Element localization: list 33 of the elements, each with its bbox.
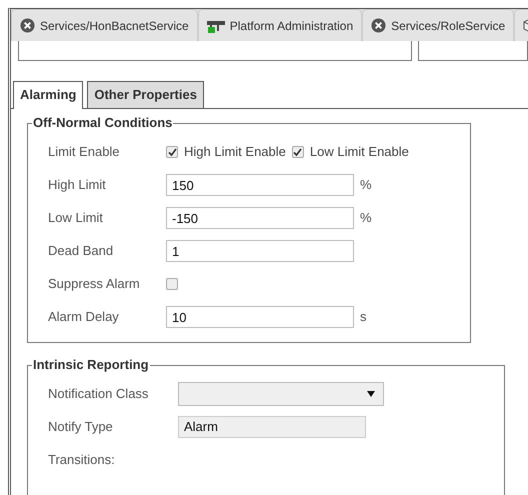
checkbox-label: High Limit Enable [184, 143, 286, 162]
field-label: Suppress Alarm [48, 275, 141, 294]
text-field[interactable]: 10 [166, 306, 354, 328]
text-field[interactable]: 150 [166, 174, 354, 196]
field-label: High Limit [48, 176, 107, 194]
group-title: Off-Normal Conditions [32, 114, 174, 130]
property-tab[interactable]: Other Properties [87, 81, 204, 108]
property-tab[interactable]: Alarming [13, 81, 84, 108]
group-title: Intrinsic Reporting [32, 356, 150, 372]
checkbox[interactable] [166, 278, 178, 290]
field-label: Limit Enable [48, 143, 121, 162]
error-icon [371, 18, 386, 33]
field-label: Alarm Delay [48, 308, 120, 326]
editor-tab[interactable]: Services/HonBacnetService [11, 9, 198, 41]
editor-tab[interactable]: Services/RoleService [362, 9, 514, 41]
checkbox[interactable] [166, 146, 178, 158]
unit-label: % [360, 209, 372, 228]
server-lock-icon [206, 18, 225, 32]
field-label: Low Limit [48, 209, 104, 228]
field-label: Notify Type [48, 418, 114, 436]
readonly-field: Alarm [178, 416, 366, 438]
editor-tab[interactable]: Platform Administration [198, 9, 362, 41]
text-field[interactable]: -150 [166, 207, 354, 229]
dropdown-arrow-icon [367, 391, 375, 397]
checkbox[interactable] [292, 146, 304, 158]
field-label: Transitions: [48, 451, 116, 470]
text-field[interactable]: 1 [166, 240, 354, 262]
field-label: Dead Band [48, 242, 114, 260]
unit-label: % [360, 176, 372, 194]
unit-label: s [360, 308, 366, 326]
field-label: Notification Class [48, 385, 150, 404]
checkbox-label: Low Limit Enable [310, 143, 409, 162]
error-icon [20, 18, 35, 33]
